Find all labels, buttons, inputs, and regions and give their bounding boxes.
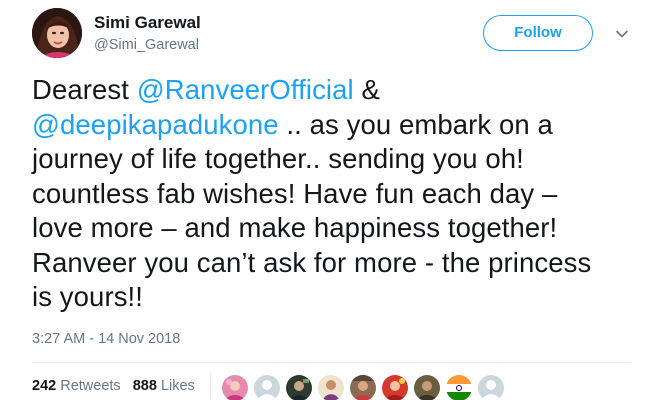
liker-avatar-default[interactable] bbox=[254, 375, 280, 400]
mention-link-ranveer[interactable]: @RanveerOfficial bbox=[137, 74, 354, 105]
tweet-line: countless fab wishes! Have fun each day … bbox=[32, 177, 558, 209]
follow-button[interactable]: Follow bbox=[483, 15, 593, 51]
tweet-text-segment: Dearest bbox=[32, 74, 137, 105]
tweet-line: Dearest @RanveerOfficial & bbox=[32, 73, 647, 108]
tweet-text-segment: .. as you embark on a bbox=[278, 108, 553, 140]
tweet-line: is yours!! bbox=[32, 281, 144, 312]
liker-avatar-dark[interactable] bbox=[286, 375, 312, 400]
tweet-line: journey of life together.. sending you o… bbox=[32, 143, 524, 174]
tweet-card: Simi Garewal @Simi_Garewal Follow Deares… bbox=[0, 0, 659, 400]
divider bbox=[32, 362, 631, 363]
tweet-text-segment: & bbox=[353, 74, 380, 105]
likes-stat[interactable]: 888 Likes bbox=[133, 378, 195, 394]
retweets-count: 242 bbox=[32, 378, 57, 394]
tweet-timestamp[interactable]: 3:27 AM - 14 Nov 2018 bbox=[32, 331, 180, 347]
mention-link-deepika[interactable]: @deepikapadukone bbox=[32, 109, 279, 140]
chevron-down-icon[interactable] bbox=[614, 26, 630, 42]
liker-avatar-brown[interactable] bbox=[350, 375, 376, 400]
author-handle[interactable]: @Simi_Garewal bbox=[94, 37, 199, 53]
retweets-label: Retweets bbox=[60, 378, 121, 394]
tweet-line: love more – and make happiness together! bbox=[32, 212, 558, 243]
author-avatar[interactable] bbox=[32, 8, 82, 58]
likes-count: 888 bbox=[132, 378, 157, 394]
tweet-line: @deepikapadukone .. as you embark on a bbox=[32, 108, 647, 143]
liker-avatar-default[interactable] bbox=[478, 375, 504, 400]
liker-avatar-flag[interactable] bbox=[446, 375, 472, 400]
stats-separator bbox=[210, 372, 211, 400]
likes-label: Likes bbox=[160, 378, 195, 394]
retweets-stat[interactable]: 242 Retweets bbox=[32, 378, 121, 394]
liker-avatar-olive[interactable] bbox=[414, 375, 440, 400]
tweet-stats: 242 Retweets 888 Likes bbox=[32, 378, 195, 394]
liker-avatar-pink[interactable] bbox=[222, 375, 248, 400]
liker-avatar-tan[interactable] bbox=[318, 375, 344, 400]
tweet-line: Ranveer you can’t ask for more - the pri… bbox=[32, 246, 592, 278]
liker-avatar-red[interactable] bbox=[382, 375, 408, 400]
author-name[interactable]: Simi Garewal bbox=[94, 13, 201, 33]
tweet-text: Dearest @RanveerOfficial & @deepikapaduk… bbox=[32, 73, 647, 315]
